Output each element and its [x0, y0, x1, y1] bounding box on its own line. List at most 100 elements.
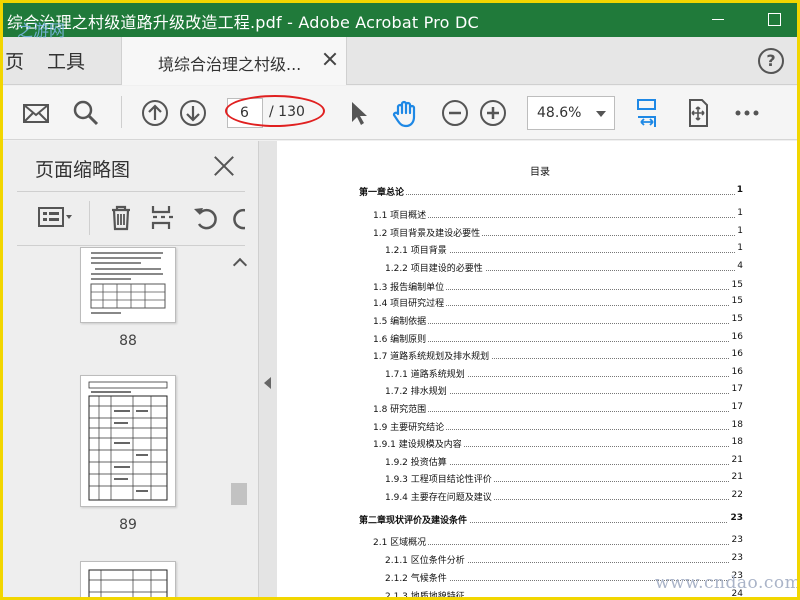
tab-tools[interactable]: 工具: [47, 47, 85, 74]
minimize-button[interactable]: [707, 7, 731, 31]
toc-leader: [373, 544, 743, 545]
tab-home[interactable]: 页: [5, 47, 24, 74]
fit-page-icon[interactable]: [681, 96, 715, 130]
options-icon[interactable]: [37, 203, 77, 231]
toc-label: 1.4 项目研究过程: [373, 296, 447, 309]
toc-entry[interactable]: 2.1 区域概况 23: [373, 535, 743, 549]
toc-entry[interactable]: 1.7.1 道路系统规划 16: [385, 367, 743, 381]
window-title: 综合治理之村级道路升级改造工程.pdf - Adobe Acrobat Pro …: [7, 13, 479, 32]
close-icon[interactable]: [323, 52, 337, 66]
toc-entry[interactable]: 1.9.1 建设规模及内容 18: [373, 437, 743, 451]
toc-label: 1.8 研究范围: [373, 402, 429, 415]
chevron-up-icon[interactable]: [234, 257, 244, 267]
toc-entry[interactable]: 1.2.2 项目建设的必要性 4: [385, 261, 743, 275]
toc-leader: [373, 411, 743, 412]
hand-icon[interactable]: [389, 96, 423, 130]
document-view[interactable]: 目录 第一章总论 1 1.1 项目概述 1 1.2 项目背景及建设必要性 1 1.2.1 项…: [277, 141, 797, 599]
toc-label: 第一章总论: [359, 185, 407, 198]
toc-label: 1.7.2 排水规划: [385, 384, 449, 397]
toc-entry[interactable]: 第一章总论 1: [359, 185, 743, 199]
toc-page: 22: [729, 490, 743, 500]
rotate-left-icon[interactable]: [191, 203, 219, 231]
panel-title: 页面缩略图: [35, 159, 131, 181]
toc-label: 1.1 项目概述: [373, 208, 429, 221]
toc-page: 1: [735, 208, 743, 218]
zoom-in-icon[interactable]: [476, 96, 510, 130]
thumbnail-list: 88 89: [17, 247, 231, 597]
toc-page: 4: [735, 261, 743, 271]
close-icon[interactable]: [213, 155, 235, 177]
chevron-down-icon: [596, 111, 606, 117]
divider: [17, 191, 245, 192]
toc-entry[interactable]: 1.9.2 投资估算 21: [385, 455, 743, 469]
toc-entry[interactable]: 1.9 主要研究结论 18: [373, 420, 743, 434]
toc-entry[interactable]: 1.7 道路系统规划及排水规划 16: [373, 349, 743, 363]
toc-label: 1.9.2 投资估算: [385, 455, 449, 468]
thumbnails-panel: 页面缩略图 88 89: [3, 141, 259, 597]
toc-label: 1.9 主要研究结论: [373, 420, 447, 433]
scroll-mode-icon[interactable]: [631, 96, 665, 130]
toc-entry[interactable]: 1.6 编制原则 16: [373, 332, 743, 346]
site-watermark: www.cndao.com: [655, 573, 800, 593]
insert-page-icon[interactable]: [149, 203, 177, 231]
arrow-down-icon[interactable]: [176, 96, 210, 130]
toc-label: 第二章现状评价及建设条件: [359, 513, 470, 526]
toc-label: 1.3 报告编制单位: [373, 280, 447, 293]
toc-label: 1.5 编制依据: [373, 314, 429, 327]
toc-page: 1: [734, 185, 743, 195]
thumbnail-page-number: 89: [119, 517, 137, 533]
toolbar: 6 / 130 48.6%: [3, 86, 797, 140]
rotate-right-icon[interactable]: [231, 203, 245, 231]
toc-page: 15: [729, 296, 743, 306]
toc-page: 23: [729, 553, 743, 563]
search-icon[interactable]: [69, 96, 103, 130]
toc-page: 17: [729, 402, 743, 412]
toc-label: 1.7.1 道路系统规划: [385, 367, 467, 380]
thumbnail-scrollbar[interactable]: [231, 247, 247, 597]
toc-entry[interactable]: 1.9.4 主要存在问题及建议 22: [385, 490, 743, 504]
zoom-out-icon[interactable]: [438, 96, 472, 130]
collapse-arrow-icon[interactable]: [264, 377, 271, 389]
toc-entry[interactable]: 1.2 项目背景及建设必要性 1: [373, 226, 743, 240]
toc-entry[interactable]: 2.1.1 区位条件分析 23: [385, 553, 743, 567]
panel-splitter[interactable]: [259, 141, 277, 597]
toc-page: 23: [728, 513, 743, 523]
tab-document[interactable]: 境综合治理之村级...: [121, 37, 347, 85]
trash-icon[interactable]: [107, 203, 135, 231]
toc-leader: [373, 341, 743, 342]
toc-entry[interactable]: 1.4 项目研究过程 15: [373, 296, 743, 310]
help-icon[interactable]: ?: [758, 48, 784, 74]
toc-entry[interactable]: 1.2.1 项目背景 1: [385, 243, 743, 257]
zoom-value: 48.6%: [537, 105, 582, 121]
toc-label: 2.1.2 气候条件: [385, 571, 449, 584]
more-icon[interactable]: [730, 96, 764, 130]
mail-icon[interactable]: [19, 96, 53, 130]
toc-entry[interactable]: 1.1 项目概述 1: [373, 208, 743, 222]
toc-leader: [373, 323, 743, 324]
tab-bar: 页 工具 境综合治理之村级... ?: [3, 37, 797, 85]
toc-entry[interactable]: 1.3 报告编制单位 15: [373, 280, 743, 294]
title-bar: 综合治理之村级道路升级改造工程.pdf - Adobe Acrobat Pro …: [3, 3, 797, 37]
toc-entry[interactable]: 1.8 研究范围 17: [373, 402, 743, 416]
page-thumbnail-90[interactable]: [80, 561, 176, 597]
toc-entry[interactable]: 1.9.3 工程项目结论性评价 21: [385, 472, 743, 486]
maximize-button[interactable]: [763, 7, 787, 31]
toc-page: 1: [735, 243, 743, 253]
toc-label: 1.9.3 工程项目结论性评价: [385, 472, 494, 485]
page-thumbnail-88[interactable]: [80, 247, 176, 323]
zoom-select[interactable]: 48.6%: [527, 96, 615, 130]
page-thumbnail-89[interactable]: [80, 375, 176, 507]
select-pointer-icon[interactable]: [341, 96, 375, 130]
scrollbar-thumb[interactable]: [231, 483, 247, 505]
toolbar-separator: [121, 96, 122, 128]
toc-entry[interactable]: 第二章现状评价及建设条件 23: [359, 513, 743, 527]
toc-label: 1.2.1 项目背景: [385, 243, 449, 256]
toc-page: 18: [729, 437, 743, 447]
toc-entry[interactable]: 1.7.2 排水规划 17: [385, 384, 743, 398]
toc-label: 2.1.3 地质地貌特征: [385, 589, 467, 597]
toc-page: 16: [729, 332, 743, 342]
toc-entry[interactable]: 1.5 编制依据 15: [373, 314, 743, 328]
arrow-up-icon[interactable]: [138, 96, 172, 130]
toc-leader: [385, 598, 743, 599]
toc-page: 15: [729, 280, 743, 290]
